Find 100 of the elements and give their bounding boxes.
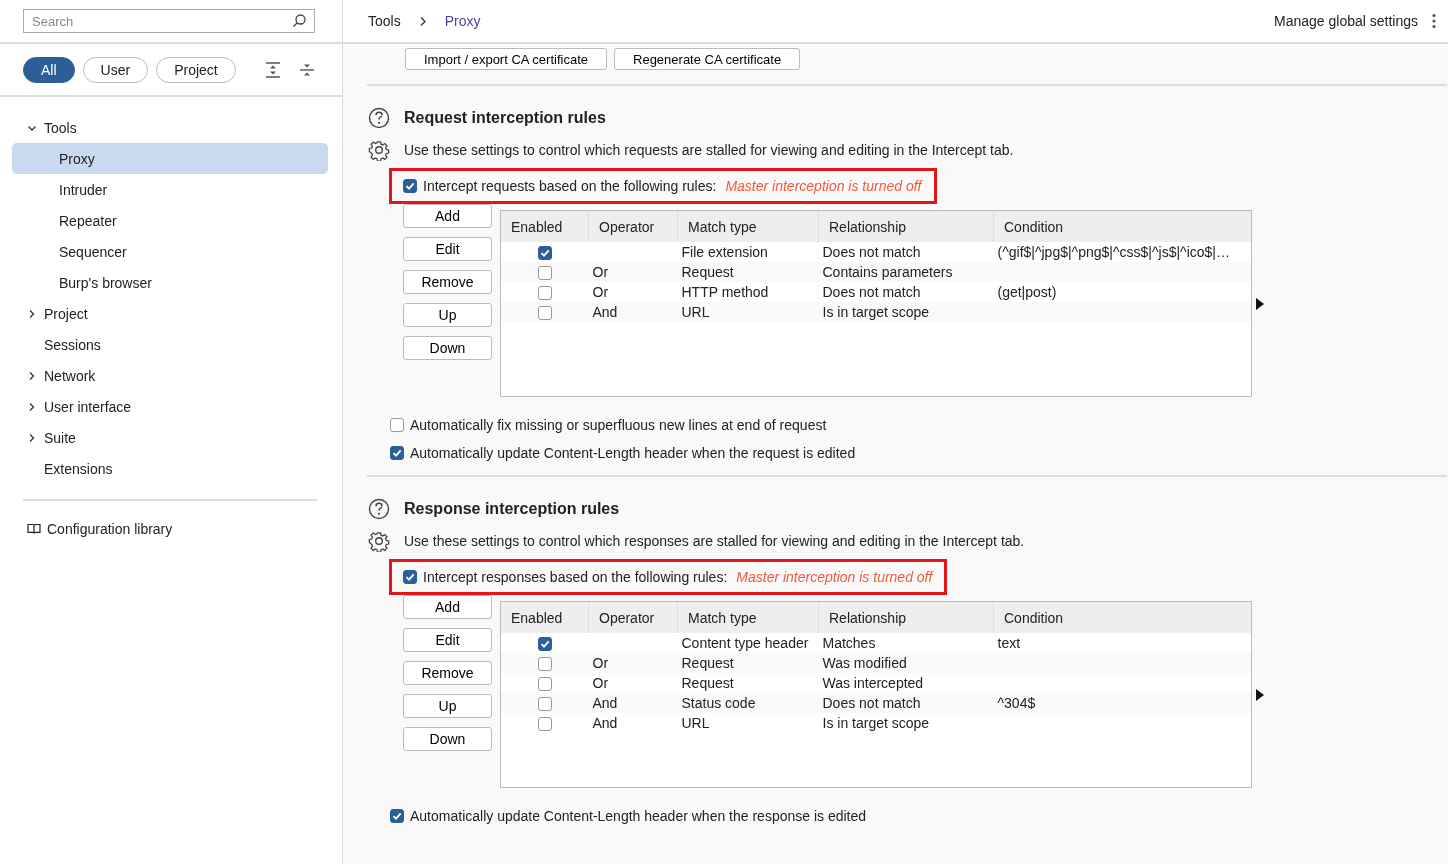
- tree-item[interactable]: Burp's browser: [12, 267, 328, 298]
- column-header[interactable]: Match type: [677, 211, 819, 242]
- column-header[interactable]: Operator: [588, 211, 678, 242]
- table-cell: (get|post): [993, 282, 1251, 302]
- table-cell: HTTP method: [677, 282, 819, 302]
- table-cell: Is in target scope: [818, 713, 994, 733]
- checkbox[interactable]: [537, 697, 552, 712]
- tree-item[interactable]: Suite: [12, 422, 328, 453]
- rule-button[interactable]: Remove: [403, 270, 492, 294]
- filter-tab[interactable]: User: [82, 56, 149, 83]
- section-title: Request interception rules: [404, 109, 606, 127]
- table-cell: Was modified: [818, 653, 994, 673]
- tree-item[interactable]: Network: [12, 360, 328, 391]
- table-cell: Request: [677, 673, 819, 693]
- table-cell: URL: [677, 713, 819, 733]
- table-cell: Was intercepted: [818, 673, 994, 693]
- tree-item[interactable]: Proxy: [12, 143, 328, 174]
- checkbox[interactable]: [537, 717, 552, 732]
- column-header[interactable]: Match type: [677, 602, 819, 633]
- section-description: Use these settings to control which requests are stalled for viewing and editing in the Intercept tab.: [404, 142, 1014, 158]
- column-header[interactable]: Condition: [993, 602, 1251, 633]
- tree-item[interactable]: Tools: [12, 112, 328, 143]
- section-description: Use these settings to control which responses are stalled for viewing and editing in the Intercept tab.: [404, 533, 1025, 549]
- table-cell: Contains parameters: [818, 262, 994, 282]
- checkbox-label: Intercept responses based on the following rules:: [423, 569, 728, 585]
- filter-tab[interactable]: All: [23, 56, 75, 83]
- rule-button[interactable]: Up: [403, 694, 492, 718]
- checkbox[interactable]: [537, 637, 552, 652]
- column-header[interactable]: Enabled: [501, 602, 589, 633]
- help-icon: [368, 498, 390, 520]
- certificate-button[interactable]: Regenerate CA certificate: [614, 48, 801, 70]
- column-header[interactable]: Condition: [993, 211, 1251, 242]
- status-note: Master interception is turned off: [736, 569, 933, 585]
- table-cell: Request: [677, 653, 819, 673]
- table-cell: Does not match: [818, 693, 994, 713]
- checkbox-label: Automatically update Content-Length header when the response is edited: [410, 808, 867, 824]
- rule-button[interactable]: Edit: [403, 628, 492, 652]
- table-cell: Or: [588, 653, 678, 673]
- table-cell: Does not match: [818, 242, 994, 262]
- rule-button[interactable]: Add: [403, 204, 492, 228]
- rule-button[interactable]: Down: [403, 336, 492, 360]
- checkbox[interactable]: [390, 418, 404, 432]
- rule-button[interactable]: Edit: [403, 237, 492, 261]
- checkbox[interactable]: [403, 570, 417, 584]
- column-header[interactable]: Relationship: [818, 211, 994, 242]
- checkbox[interactable]: [537, 286, 552, 301]
- checkbox[interactable]: [537, 306, 552, 321]
- breadcrumb-link[interactable]: Tools: [368, 13, 401, 29]
- tree-item[interactable]: Project: [12, 298, 328, 329]
- checkbox-label: Intercept requests based on the following rules:: [423, 178, 717, 194]
- filter-tab[interactable]: Project: [156, 56, 236, 83]
- tree-item[interactable]: Extensions: [12, 453, 328, 484]
- table-cell: Status code: [677, 693, 819, 713]
- tree-item[interactable]: Intruder: [12, 174, 328, 205]
- table-cell: ^304$: [993, 693, 1251, 713]
- checkbox[interactable]: [537, 246, 552, 261]
- table-cell: Or: [588, 282, 678, 302]
- status-note: Master interception is turned off: [725, 178, 922, 194]
- column-header[interactable]: Relationship: [818, 602, 994, 633]
- configuration-library-link[interactable]: Configuration library: [27, 521, 173, 537]
- book-icon: [27, 522, 41, 536]
- table-cell: Request: [677, 262, 819, 282]
- rule-button[interactable]: Up: [403, 303, 492, 327]
- checkbox[interactable]: [537, 677, 552, 692]
- triangle-arrow-icon: [1255, 296, 1265, 311]
- manage-settings-link[interactable]: Manage global settings: [1274, 13, 1418, 29]
- table-cell: Matches: [818, 633, 994, 653]
- settings-icon: [368, 139, 390, 161]
- table-cell: Is in target scope: [818, 302, 994, 322]
- rule-button[interactable]: Remove: [403, 661, 492, 685]
- table-cell: Does not match: [818, 282, 994, 302]
- search-icon: [292, 13, 306, 28]
- column-header[interactable]: Operator: [588, 602, 678, 633]
- checkbox[interactable]: [403, 179, 417, 193]
- table-cell: text: [993, 633, 1251, 653]
- tree-item[interactable]: Sessions: [12, 329, 328, 360]
- table-cell: And: [588, 713, 678, 733]
- breadcrumb-link[interactable]: Proxy: [444, 13, 481, 29]
- tree-item[interactable]: Sequencer: [12, 236, 328, 267]
- certificate-button[interactable]: Import / export CA certificate: [405, 48, 607, 70]
- checkbox-label: Automatically update Content-Length header when the request is edited: [410, 445, 856, 461]
- column-header[interactable]: Enabled: [501, 211, 589, 242]
- checkbox[interactable]: [537, 657, 552, 672]
- checkbox-label: Automatically fix missing or superfluous new lines at end of request: [410, 417, 827, 433]
- rule-button[interactable]: Down: [403, 727, 492, 751]
- table-cell: Or: [588, 262, 678, 282]
- chevron-right-icon: [418, 15, 427, 27]
- table-cell: File extension: [677, 242, 819, 262]
- table-cell: Content type header: [677, 633, 819, 653]
- checkbox[interactable]: [537, 266, 552, 281]
- search-field[interactable]: Search: [23, 9, 315, 33]
- table-cell: And: [588, 693, 678, 713]
- tree-item[interactable]: User interface: [12, 391, 328, 422]
- more-options-button[interactable]: [1430, 13, 1438, 29]
- section-title: Response interception rules: [404, 500, 620, 518]
- rule-button[interactable]: Add: [403, 595, 492, 619]
- checkbox[interactable]: [390, 809, 404, 823]
- tree-item[interactable]: Repeater: [12, 205, 328, 236]
- checkbox[interactable]: [390, 446, 404, 460]
- table-cell: Or: [588, 673, 678, 693]
